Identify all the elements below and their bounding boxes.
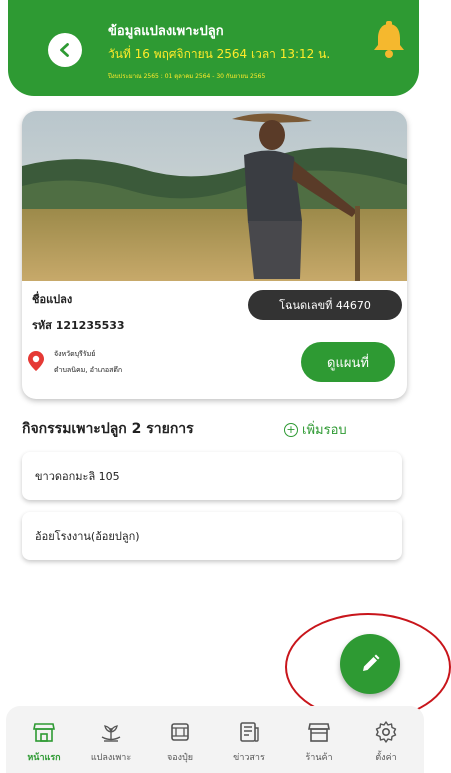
- store-icon: [33, 723, 55, 742]
- nav-label: ตั้งค่า: [375, 753, 397, 763]
- plant-icon: [101, 725, 121, 742]
- app-header: ข้อมูลแปลงเพาะปลูก วันที่ 16 พฤศจิกายน 2…: [8, 0, 419, 96]
- add-round-button[interactable]: + เพิ่มรอบ: [284, 419, 347, 440]
- gear-icon: [375, 721, 397, 743]
- shop-icon: [308, 723, 330, 742]
- activity-item[interactable]: ขาวดอกมะลิ 105: [22, 452, 402, 500]
- edit-fab-button[interactable]: [340, 634, 400, 694]
- plot-card: ชื่อแปลง รหัส 121235533 โฉนดเลขที่ 44670…: [22, 111, 407, 399]
- view-map-button[interactable]: ดูแผนที่: [301, 342, 395, 382]
- nav-item-shop[interactable]: ร้านค้า: [291, 720, 347, 764]
- page-title: ข้อมูลแปลงเพาะปลูก: [108, 24, 224, 39]
- current-datetime: วันที่ 16 พฤศจิกายน 2564 เวลา 13:12 น.: [108, 47, 331, 61]
- activities-title: กิจกรรมเพาะปลูก 2 รายการ: [22, 421, 194, 437]
- plot-name-label: ชื่อแปลง: [32, 293, 73, 306]
- activity-item[interactable]: อ้อยโรงงาน(อ้อยปลูก): [22, 512, 402, 560]
- district-text: ตำบลนิคม, อำเภอสตึก: [54, 366, 123, 374]
- chevron-left-icon: [60, 43, 69, 57]
- nav-label: จองปุ๋ย: [166, 753, 194, 763]
- nav-label: แปลงเพาะ: [90, 753, 132, 763]
- plus-circle-icon: +: [284, 422, 298, 437]
- bottom-nav: หน้าแรก แปลงเพาะ จองปุ๋ย ข่าวสาร ร้านค้า: [6, 706, 424, 773]
- nav-label: ร้านค้า: [305, 753, 333, 763]
- activity-item-label: อ้อยโรงงาน(อ้อยปลูก): [35, 530, 140, 543]
- nav-label: หน้าแรก: [27, 753, 61, 763]
- activity-item-label: ขาวดอกมะลิ 105: [35, 470, 120, 483]
- nav-item-home[interactable]: หน้าแรก: [16, 720, 72, 764]
- nav-item-news[interactable]: ข่าวสาร: [221, 720, 277, 764]
- nav-label: ข่าวสาร: [233, 753, 265, 763]
- news-icon: [240, 722, 259, 742]
- nav-item-settings[interactable]: ตั้งค่า: [358, 720, 414, 764]
- sack-icon: [171, 723, 189, 741]
- add-round-label: เพิ่มรอบ: [302, 423, 347, 438]
- back-button[interactable]: [48, 33, 82, 67]
- pencil-icon: [363, 654, 380, 671]
- location-pin-icon: [28, 351, 44, 371]
- nav-item-fertilizer[interactable]: จองปุ๋ย: [152, 720, 208, 764]
- province-text: จังหวัดบุรีรัมย์: [54, 350, 96, 358]
- deed-number-badge: โฉนดเลขที่ 44670: [248, 290, 402, 320]
- farmer-photo: [22, 111, 407, 281]
- fiscal-period: ปีงบประมาณ 2565 : 01 ตุลาคม 2564 - 30 กั…: [108, 73, 266, 80]
- plot-code: รหัส 121235533: [32, 319, 125, 332]
- bell-icon[interactable]: [369, 20, 409, 60]
- nav-item-plots[interactable]: แปลงเพาะ: [83, 720, 139, 764]
